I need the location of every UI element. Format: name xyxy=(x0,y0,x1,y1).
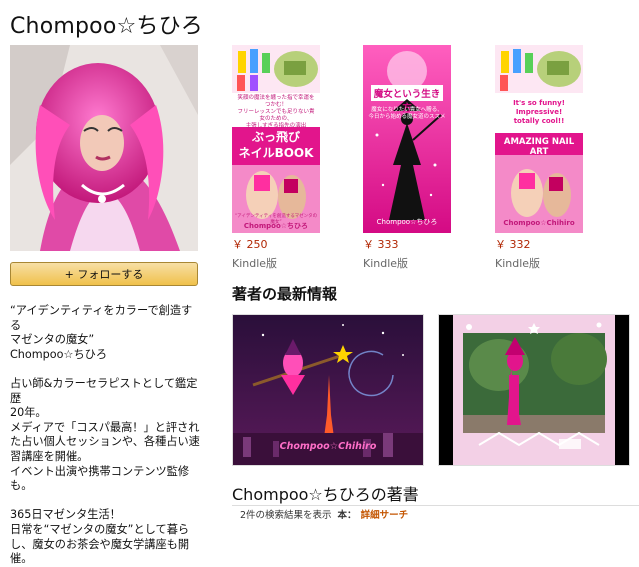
books-section-title: Chompoo☆ちひろの著書 xyxy=(232,485,419,504)
results-category: 本： xyxy=(337,510,357,521)
results-count: 2件の検索結果を表示 xyxy=(240,510,332,521)
book-author: Chompoo☆Chihiro xyxy=(503,219,575,227)
news-card-image xyxy=(439,315,629,465)
news-section-title: 著者の最新情報 xyxy=(232,285,338,303)
book-title: AMAZING NAIL ART xyxy=(503,137,575,157)
book-item[interactable]: 魔女という生き方 魔女になりたい貴女へ贈る、 今日から始める魔女道のススメ Ch… xyxy=(363,45,451,271)
book-cover[interactable]: It's so funny! Impressive! totally cool!… xyxy=(495,45,583,233)
author-bio: “アイデンティティをカラーで創造する マゼンタの魔女” Chompoo☆ちひろ … xyxy=(10,304,200,566)
book-subtitle: 魔女になりたい貴女へ贈る、 今日から始める魔女道のススメ xyxy=(368,107,446,120)
book-format[interactable]: Kindle版 xyxy=(232,255,320,271)
book-price: ￥ 250 xyxy=(232,238,268,251)
advanced-search-link[interactable]: 詳細サーチ xyxy=(361,507,409,521)
book-format[interactable]: Kindle版 xyxy=(495,255,583,271)
book-item[interactable]: It's so funny! Impressive! totally cool!… xyxy=(495,45,583,271)
book-cover[interactable]: 魔女という生き方 魔女になりたい貴女へ贈る、 今日から始める魔女道のススメ Ch… xyxy=(363,45,451,233)
author-photo-image xyxy=(10,45,198,251)
book-author: Chompoo☆ちひろ xyxy=(243,222,309,230)
book-cover-art xyxy=(363,45,451,233)
book-author: Chompoo☆ちひろ xyxy=(376,218,438,226)
book-subtitle: It's so funny! Impressive! totally cool!… xyxy=(513,99,565,125)
news-card[interactable]: Chompoo☆Chihiro xyxy=(232,314,424,466)
book-title: ぶっ飛び ネイルBOOK xyxy=(238,130,314,160)
news-card[interactable] xyxy=(438,314,630,466)
book-format[interactable]: Kindle版 xyxy=(363,255,451,271)
book-price: ￥ 332 xyxy=(495,238,531,251)
book-price: ￥ 333 xyxy=(363,238,399,251)
author-name: Chompoo☆ちひろ xyxy=(10,14,204,39)
book-subtitle: 笑顔の魔法を纏った指で幸運をつかむ！ フリーレッスンでも足りない貴女のための、 … xyxy=(237,95,315,129)
book-item[interactable]: 笑顔の魔法を纏った指で幸運をつかむ！ フリーレッスンでも足りない貴女のための、 … xyxy=(232,45,320,271)
book-cover[interactable]: 笑顔の魔法を纏った指で幸運をつかむ！ フリーレッスンでも足りない貴女のための、 … xyxy=(232,45,320,233)
results-bar: 2件の検索結果を表示 本： 詳細サーチ xyxy=(232,505,639,522)
news-card-logo: Chompoo☆Chihiro xyxy=(279,441,377,452)
author-photo[interactable] xyxy=(10,45,198,251)
follow-button[interactable]: + フォローする xyxy=(10,262,198,286)
